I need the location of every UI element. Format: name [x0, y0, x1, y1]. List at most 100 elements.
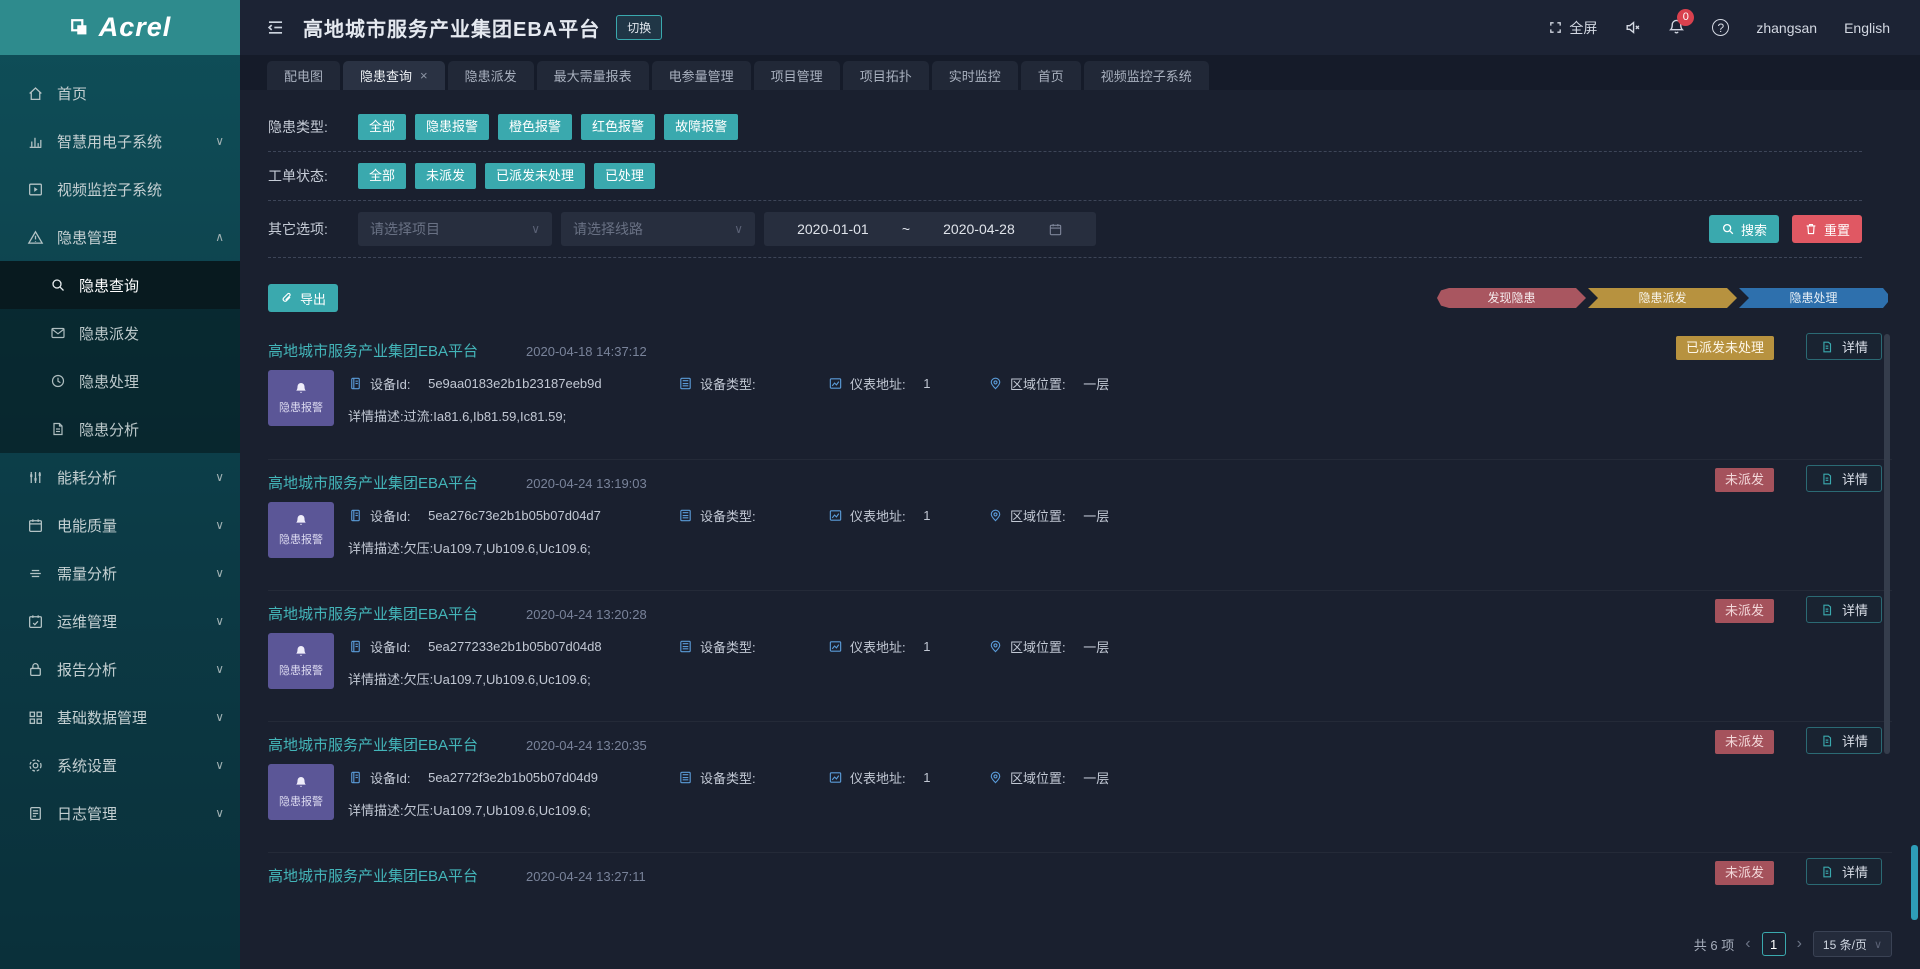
meter-addr-value: 1	[923, 639, 930, 654]
calendar-icon	[1048, 222, 1063, 237]
filter-status-handled[interactable]: 已处理	[594, 163, 655, 189]
detail-button[interactable]: 详情	[1806, 596, 1882, 623]
collapse-sidebar-icon[interactable]	[266, 18, 285, 37]
tab-electrical-params[interactable]: 电参量管理	[652, 61, 751, 90]
filter-type-fault-alarm[interactable]: 故障报警	[664, 114, 738, 140]
tab-distribution-diagram[interactable]: 配电图	[267, 61, 340, 90]
meter-icon	[828, 770, 843, 785]
sidebar-item-home[interactable]: 首页	[0, 69, 240, 117]
sidebar-item-ops-mgmt[interactable]: 运维管理 ∨	[0, 597, 240, 645]
tab-realtime-monitor[interactable]: 实时监控	[932, 61, 1018, 90]
device-icon	[348, 639, 363, 654]
meter-addr-field: 仪表地址: 1	[828, 768, 988, 787]
legend-hazard-handle: 隐患处理	[1739, 288, 1888, 308]
project-select[interactable]: 请选择项目 ∨	[358, 212, 552, 246]
sidebar-item-system-settings[interactable]: 系统设置 ∨	[0, 741, 240, 789]
location-icon	[988, 639, 1003, 654]
item-title-link[interactable]: 高地城市服务产业集团EBA平台	[268, 603, 478, 624]
language-switch[interactable]: English	[1844, 20, 1890, 36]
item-title-link[interactable]: 高地城市服务产业集团EBA平台	[268, 472, 478, 493]
list-scrollbar-thumb[interactable]	[1884, 334, 1890, 754]
search-button[interactable]: 搜索	[1709, 215, 1779, 243]
meter-icon	[828, 639, 843, 654]
sidebar-item-video[interactable]: 视频监控子系统	[0, 165, 240, 213]
item-title-link[interactable]: 高地城市服务产业集团EBA平台	[268, 865, 478, 886]
chevron-down-icon: ∨	[215, 614, 224, 628]
tab-hazard-dispatch[interactable]: 隐患派发	[448, 61, 534, 90]
sidebar-item-hazard-analysis[interactable]: 隐患分析	[0, 405, 240, 453]
filter-type-all[interactable]: 全部	[358, 114, 406, 140]
username[interactable]: zhangsan	[1756, 20, 1817, 36]
sidebar-item-label: 首页	[57, 83, 87, 104]
location-icon	[988, 770, 1003, 785]
filter-status-all[interactable]: 全部	[358, 163, 406, 189]
device-type-icon	[678, 639, 693, 654]
detail-button[interactable]: 详情	[1806, 727, 1882, 754]
item-description: 详情描述:欠压:Ua109.7,Ub109.6,Uc109.6;	[348, 538, 1892, 557]
location-field: 区域位置: 一层	[988, 768, 1109, 787]
fullscreen-button[interactable]: 全屏	[1548, 18, 1597, 38]
reset-button[interactable]: 重置	[1792, 215, 1862, 243]
sidebar-item-label: 隐患处理	[79, 371, 139, 392]
filter-type-hazard-alarm[interactable]: 隐患报警	[415, 114, 489, 140]
filter-type-red-alarm[interactable]: 红色报警	[581, 114, 655, 140]
clock-icon	[50, 373, 66, 389]
hazard-list: 高地城市服务产业集团EBA平台 2020-04-18 14:37:12 隐患报警…	[268, 328, 1892, 896]
chevron-down-icon: ∨	[215, 566, 224, 580]
list-item: 高地城市服务产业集团EBA平台 2020-04-24 13:19:03 隐患报警…	[268, 459, 1892, 590]
sidebar-item-hazard-mgmt[interactable]: 隐患管理 ∧	[0, 213, 240, 261]
sidebar-item-hazard-dispatch[interactable]: 隐患派发	[0, 309, 240, 357]
sidebar-item-hazard-handle[interactable]: 隐患处理	[0, 357, 240, 405]
list-item: 高地城市服务产业集团EBA平台 2020-04-24 13:20:28 隐患报警…	[268, 590, 1892, 721]
sidebar-item-demand-analysis[interactable]: 需量分析 ∨	[0, 549, 240, 597]
list-toolbar: 导出 发现隐患 隐患派发 隐患处理	[268, 284, 1892, 312]
sidebar-menu: 首页 智慧用电子系统 ∨ 视频监控子系统 隐患管理 ∧ 隐患查询 隐患派发	[0, 55, 240, 837]
tab-home[interactable]: 首页	[1021, 61, 1081, 90]
total-count: 共 6 项	[1694, 935, 1734, 954]
tab-hazard-query[interactable]: 隐患查询×	[343, 61, 445, 90]
detail-button[interactable]: 详情	[1806, 333, 1882, 360]
filter-other-row: 其它选项: 请选择项目 ∨ 请选择线路 ∨ 2020-01-01 ~ 2020-…	[268, 212, 1892, 246]
prev-page-icon[interactable]: ‹	[1745, 935, 1750, 953]
notifications-button[interactable]: 0	[1668, 18, 1685, 38]
item-title-link[interactable]: 高地城市服务产业集团EBA平台	[268, 734, 478, 755]
sidebar-item-smart-power[interactable]: 智慧用电子系统 ∨	[0, 117, 240, 165]
export-button[interactable]: 导出	[268, 284, 338, 312]
sidebar-item-base-data[interactable]: 基础数据管理 ∨	[0, 693, 240, 741]
video-icon	[27, 181, 44, 198]
close-icon[interactable]: ×	[420, 68, 428, 83]
line-select[interactable]: 请选择线路 ∨	[561, 212, 755, 246]
filter-status-undispatched[interactable]: 未派发	[415, 163, 476, 189]
item-timestamp: 2020-04-18 14:37:12	[526, 344, 647, 359]
fullscreen-icon	[1548, 20, 1563, 35]
page-size-select[interactable]: 15 条/页 ∨	[1813, 931, 1892, 957]
location-value: 一层	[1083, 506, 1109, 525]
detail-button[interactable]: 详情	[1806, 465, 1882, 492]
sidebar-item-hazard-query[interactable]: 隐患查询	[0, 261, 240, 309]
item-title-link[interactable]: 高地城市服务产业集团EBA平台	[268, 340, 478, 361]
tab-project-topology[interactable]: 项目拓扑	[843, 61, 929, 90]
sidebar-item-log-mgmt[interactable]: 日志管理 ∨	[0, 789, 240, 837]
chevron-down-icon: ∨	[215, 710, 224, 724]
sidebar-item-report-analysis[interactable]: 报告分析 ∨	[0, 645, 240, 693]
sidebar-item-label: 电能质量	[57, 515, 117, 536]
detail-button[interactable]: 详情	[1806, 858, 1882, 885]
next-page-icon[interactable]: ›	[1797, 935, 1802, 953]
sidebar-item-energy-analysis[interactable]: 能耗分析 ∨	[0, 453, 240, 501]
tab-video-subsystem[interactable]: 视频监控子系统	[1084, 61, 1209, 90]
pagination: 共 6 项 ‹ 1 › 15 条/页 ∨	[1694, 931, 1892, 957]
sliders-icon	[27, 469, 44, 486]
tab-max-demand-report[interactable]: 最大需量报表	[537, 61, 649, 90]
switch-button[interactable]: 切换	[616, 15, 662, 40]
sidebar-item-power-quality[interactable]: 电能质量 ∨	[0, 501, 240, 549]
sidebar-item-label: 运维管理	[57, 611, 117, 632]
current-page[interactable]: 1	[1762, 932, 1786, 956]
date-range-picker[interactable]: 2020-01-01 ~ 2020-04-28	[764, 212, 1096, 246]
filter-status-dispatched-unhandled[interactable]: 已派发未处理	[485, 163, 585, 189]
filter-type-orange-alarm[interactable]: 橙色报警	[498, 114, 572, 140]
help-icon[interactable]: ?	[1712, 19, 1729, 36]
mute-icon[interactable]	[1624, 19, 1641, 36]
page-scrollbar-thumb[interactable]	[1911, 845, 1918, 920]
doc-icon	[50, 421, 66, 437]
tab-project-mgmt[interactable]: 项目管理	[754, 61, 840, 90]
